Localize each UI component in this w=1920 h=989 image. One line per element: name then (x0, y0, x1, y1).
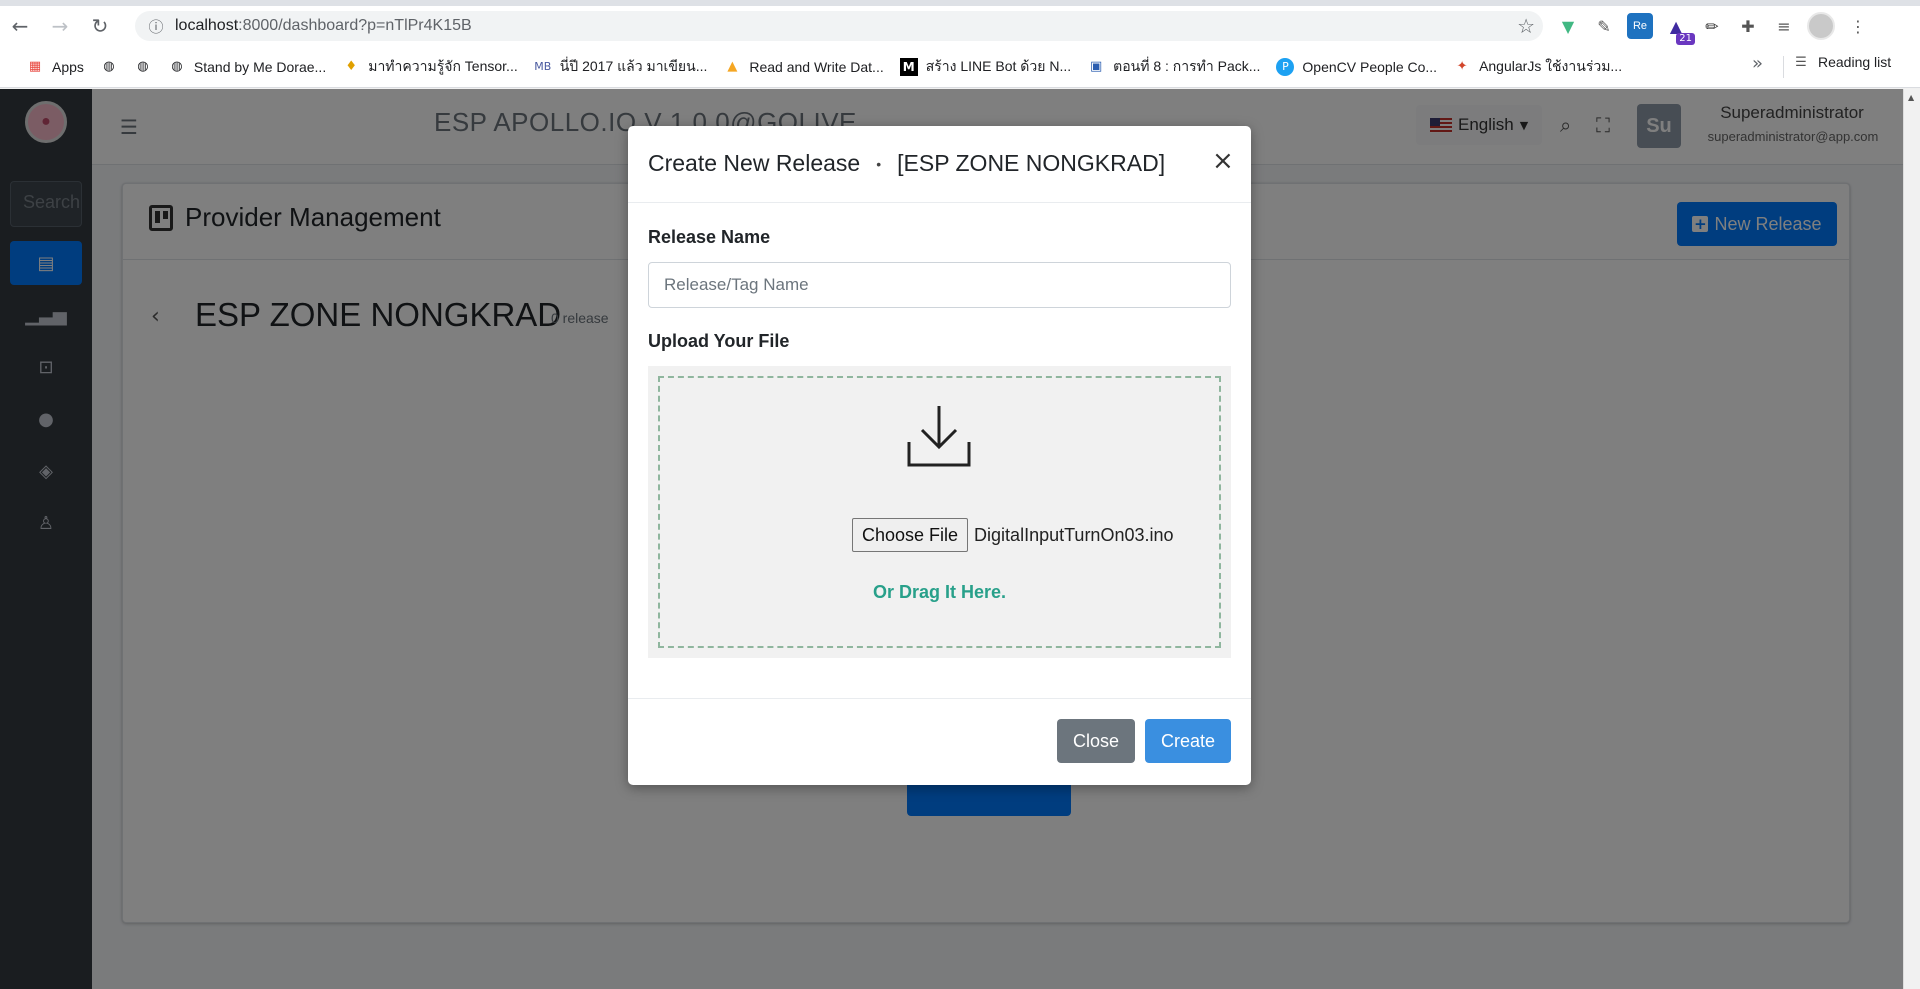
close-button[interactable]: Close (1057, 719, 1135, 763)
globe-icon: ◍ (103, 59, 115, 74)
color-picker-icon[interactable]: ✎ (1591, 13, 1617, 39)
bookmark-2017[interactable]: MB นี่ปี 2017 แล้ว มาเขียน... (526, 53, 716, 81)
apps-grid-icon: ▦ (28, 59, 42, 74)
bookmark-label: AngularJs ใช้งานร่วม... (1479, 57, 1623, 74)
url-text[interactable]: localhost:8000/dashboard?p=nTlPr4K15B (175, 17, 472, 35)
bookmarks-bar: ▦ Apps ◍ ◍ ◍ Stand by Me Dorae... ♦ มาทำคว… (0, 46, 1920, 88)
globe-icon: ◍ (171, 59, 183, 74)
profile-avatar[interactable] (1807, 12, 1835, 40)
url-host: localhost (175, 17, 239, 34)
globe-icon: ◍ (137, 59, 149, 74)
mb-icon: MB (534, 60, 552, 73)
upload-label: Upload Your File (648, 331, 790, 351)
bookmark-globe-1[interactable]: ◍ (92, 53, 126, 81)
file-drop-zone-border: Choose File DigitalInputTurnOn03.ino Or … (658, 376, 1221, 648)
firebase-icon: ▲ (727, 59, 738, 74)
url-path: :8000/dashboard?p=nTlPr4K15B (238, 17, 472, 34)
bookmark-opencv[interactable]: P OpenCV People Co... (1268, 53, 1445, 81)
reading-list-button[interactable]: ☰ Reading list (1792, 53, 1891, 71)
create-release-modal: Create New Release • [ESP ZONE NONGKRAD]… (628, 126, 1251, 785)
bookmarks-overflow-icon[interactable]: » (1752, 53, 1763, 74)
bookmark-label: Stand by Me Dorae... (193, 58, 327, 75)
close-icon[interactable]: × (1212, 146, 1234, 176)
bulb-icon: ♦ (345, 59, 358, 74)
kebab-menu-icon[interactable]: ⋮ (1845, 13, 1871, 39)
bookmark-label: Read and Write Dat... (749, 58, 884, 75)
re-extension-icon[interactable]: Re (1627, 13, 1653, 39)
page-scrollbar[interactable]: ▲ (1903, 89, 1920, 989)
download-icon (907, 406, 971, 467)
bookmark-label: นี่ปี 2017 แล้ว มาเขียน... (559, 57, 708, 74)
choose-file-button[interactable]: Choose File (852, 518, 969, 552)
bookmark-apps[interactable]: ▦ Apps (18, 53, 92, 81)
bookmark-pack[interactable]: ▣ ตอนที่ 8 : การทำ Pack... (1079, 53, 1268, 81)
modal-title: Create New Release • [ESP ZONE NONGKRAD] (648, 150, 1165, 177)
media-queue-icon[interactable]: ≡ (1771, 13, 1797, 39)
bookmark-star-icon[interactable]: ☆ (1517, 14, 1535, 38)
bookmark-tensorflow[interactable]: ♦ มาทำความรู้จัก Tensor... (334, 53, 526, 81)
bookmark-label: ตอนที่ 8 : การทำ Pack... (1113, 57, 1261, 74)
release-name-input[interactable] (648, 262, 1231, 308)
create-button[interactable]: Create (1145, 719, 1231, 763)
bookmark-doraemon[interactable]: ◍ Stand by Me Dorae... (160, 53, 334, 81)
file-drop-zone[interactable]: Choose File DigitalInputTurnOn03.ino Or … (648, 366, 1231, 658)
bookmark-label: มาทำความรู้จัก Tensor... (368, 57, 518, 74)
bookmark-linebot[interactable]: M สร้าง LINE Bot ด้วย N... (892, 53, 1079, 81)
puzzle-icon[interactable]: ✚ (1735, 13, 1761, 39)
bookmark-label: OpenCV People Co... (1302, 58, 1438, 75)
scroll-up-icon[interactable]: ▲ (1908, 93, 1914, 102)
address-bar[interactable]: ⓘ localhost:8000/dashboard?p=nTlPr4K15B … (135, 11, 1543, 41)
pencil-icon[interactable]: ✏ (1699, 13, 1725, 39)
browser-toolbar: ← → ↻ ⓘ localhost:8000/dashboard?p=nTlPr… (0, 6, 1920, 46)
reload-icon[interactable]: ↻ (80, 6, 120, 46)
extensions-area: ▼ ✎ Re ▲ 21 ✏ ✚ ≡ ⋮ (1555, 6, 1871, 46)
drag-hint: Or Drag It Here. (872, 582, 1007, 602)
medium-icon: M (899, 57, 918, 76)
file-input[interactable]: Choose File DigitalInputTurnOn03.ino (852, 518, 1174, 552)
page-icon: ▣ (1089, 59, 1103, 74)
title-separator: • (876, 155, 882, 172)
graduation-cap-icon[interactable]: ▲ 21 (1663, 13, 1695, 45)
info-icon[interactable]: ⓘ (145, 15, 167, 37)
vue-devtools-icon[interactable]: ▼ (1555, 13, 1581, 39)
modal-zone-name: [ESP ZONE NONGKRAD] (897, 150, 1166, 176)
bookmark-label: Apps (52, 58, 84, 75)
modal-header: Create New Release • [ESP ZONE NONGKRAD]… (628, 126, 1251, 203)
bookmark-firebase[interactable]: ▲ Read and Write Dat... (715, 53, 891, 81)
bookmark-globe-2[interactable]: ◍ (126, 53, 160, 81)
fox-icon: ✦ (1456, 59, 1468, 74)
back-icon[interactable]: ← (0, 6, 40, 46)
forward-icon[interactable]: → (40, 6, 80, 46)
modal-title-text: Create New Release (648, 150, 861, 176)
bookmark-label: สร้าง LINE Bot ด้วย N... (925, 57, 1072, 74)
bookmark-angular[interactable]: ✦ AngularJs ใช้งานร่วม... (1445, 53, 1630, 81)
release-name-label: Release Name (648, 227, 771, 247)
modal-footer: Close Create (628, 698, 1251, 785)
reading-list-label: Reading list (1818, 54, 1892, 70)
bookmarks-separator (1783, 56, 1784, 78)
reading-list-icon: ☰ (1795, 54, 1807, 70)
ext-badge: 21 (1676, 33, 1695, 45)
selected-file-name: DigitalInputTurnOn03.ino (974, 524, 1174, 545)
p-icon: P (1276, 57, 1295, 76)
